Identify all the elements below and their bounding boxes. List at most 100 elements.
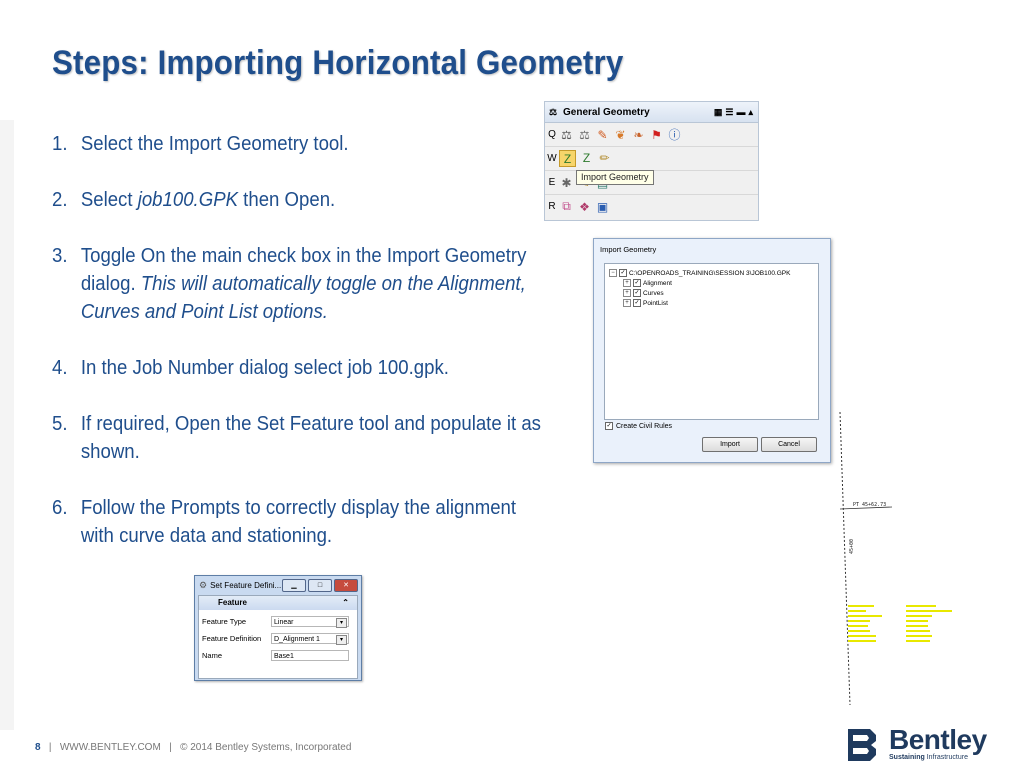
tree-item-curves[interactable]: + ✓ Curves [623,289,664,297]
step-4: 4. In the Job Number dialog select job 1… [52,354,554,382]
step-2: 2. Select job100.GPK then Open. [52,186,554,214]
tree-item-alignment[interactable]: + ✓ Alignment [623,279,672,287]
toolbar-header: ⚖ General Geometry ▦ ☰ ▬ ▴ [545,102,758,123]
footer-separator: | [163,742,178,753]
step-number: 2. [52,189,68,211]
general-geometry-toolbar: ⚖ General Geometry ▦ ☰ ▬ ▴ Q ⚖ ⚖ ✎ ❦ ❧ ⚑… [544,101,759,221]
import-button[interactable]: Import [702,437,758,452]
tagline-bold: Sustaining [889,754,925,761]
gear-icon[interactable]: ✱ [559,175,574,190]
page-number: 8 [35,742,41,753]
flag-icon[interactable]: ⚑ [649,127,664,142]
step-text: Follow the Prompts to correctly display … [80,497,517,547]
step-5: 5. If required, Open the Set Feature too… [52,410,554,466]
curves-checkbox[interactable]: ✓ [633,289,641,297]
footer-separator: | [43,742,58,753]
maximize-icon[interactable]: □ [308,579,332,592]
set-feature-definition-dialog: ⚙ Set Feature Defini... ▁ □ ✕ Feature ⌃ … [194,575,362,681]
minimize-icon[interactable]: ▁ [282,579,306,592]
step-number: 3. [52,245,68,267]
tree-item-label: Curves [643,289,664,297]
close-icon[interactable]: ✕ [334,579,358,592]
dialog-title: Import Geometry [600,245,657,254]
alignment-checkbox[interactable]: ✓ [633,279,641,287]
cube-icon[interactable]: ❖ [577,199,592,214]
footer: 8 | WWW.BENTLEY.COM | © 2014 Bentley Sys… [35,742,351,753]
step-number: 1. [52,133,68,155]
toolbar-row-q: Q ⚖ ⚖ ✎ ❦ ❧ ⚑ ⓘ [545,123,758,147]
line-tool-icon[interactable]: ✎ [595,127,610,142]
chevron-down-icon[interactable]: ▾ [336,618,347,628]
create-civil-rules-option[interactable]: ✓ Create Civil Rules [605,422,672,430]
feature-type-select[interactable]: Linear ▾ [271,616,349,628]
expand-icon[interactable]: + [623,289,631,297]
feature-type-value: Linear [274,619,294,626]
property-label: Name [202,651,223,660]
feature-icon: ⚙ [199,579,208,590]
step-text: Toggle On the main check box in the Impo… [81,242,554,326]
window-controls: ▁ □ ✕ [282,579,358,592]
step-text-italic: This will automatically toggle on the Al… [80,273,526,323]
expand-icon[interactable]: + [623,299,631,307]
bentley-b-icon [848,729,876,761]
feature-definition-value: D_Alignment 1 [274,636,320,643]
import-geometry-icon[interactable]: Z [559,150,576,167]
list-view-icon[interactable]: ☰ [725,107,733,118]
point-list-icon[interactable]: ⚖ [577,127,592,142]
cancel-button[interactable]: Cancel [761,437,817,452]
complex-tool-icon[interactable]: ❧ [631,127,646,142]
row-key: R [548,201,556,212]
grid-view-icon[interactable]: ▦ [714,107,723,118]
compact-view-icon[interactable]: ▬ [736,107,745,118]
create-civil-rules-checkbox[interactable]: ✓ [605,422,613,430]
arc-tool-icon[interactable]: ❦ [613,127,628,142]
root-checkbox[interactable]: ✓ [619,269,627,277]
row-key: E [548,177,556,188]
properties-panel: Feature ⌃ Feature Type Linear ▾ Feature … [198,595,358,679]
step-number: 6. [52,497,68,519]
logo-tagline: Sustaining Infrastructure [889,754,968,761]
property-label: Feature Definition [202,634,262,643]
tagline-rest: Infrastructure [926,754,968,761]
tree-item-label: Alignment [643,279,672,287]
info-icon[interactable]: ⓘ [667,127,682,142]
footer-website: WWW.BENTLEY.COM [59,742,161,753]
step-number: 5. [52,413,68,435]
section-title: Feature [218,598,247,607]
tree-root[interactable]: − ✓ C:\OPENROADS_TRAINING\SESSION 3\JOB1… [609,269,790,277]
pencil-icon[interactable]: ✏ [597,150,612,165]
pointlist-checkbox[interactable]: ✓ [633,299,641,307]
create-civil-rules-label: Create Civil Rules [616,422,673,430]
name-input[interactable]: Base1 [271,650,349,661]
feature-section-header[interactable]: Feature ⌃ [199,596,357,610]
footer-copyright: © 2014 Bentley Systems, Incorporated [180,742,352,753]
row-key: W [547,153,557,164]
tree-item-pointlist[interactable]: + ✓ PointList [623,299,668,307]
collapse-icon[interactable]: ⌃ [342,596,349,610]
toolbar-row-r: R ⧉ ❖ ▣ [545,195,758,218]
step-3: 3. Toggle On the main check box in the I… [52,242,554,326]
geometry-icon: ⚖ [549,106,558,117]
report-icon[interactable]: ⧉ [559,199,574,214]
step-text: If required, Open the Set Feature tool a… [80,413,541,463]
pt-station-label: PT 45+62.73 [853,502,886,508]
collapse-icon[interactable]: − [609,269,617,277]
root-path: C:\OPENROADS_TRAINING\SESSION 3\JOB100.G… [629,269,791,277]
chevron-down-icon[interactable]: ▾ [336,635,347,645]
point-tool-icon[interactable]: ⚖ [559,127,574,142]
collapse-icon[interactable]: ▴ [748,107,753,118]
step-text-italic: job100.GPK [137,189,239,211]
logo-wordmark: Bentley [889,724,987,755]
horizontal-geometry-icon[interactable]: Z [579,150,594,165]
step-text: Select job100.GPK then Open. [81,186,554,214]
expand-icon[interactable]: + [623,279,631,287]
step-6: 6. Follow the Prompts to correctly displ… [52,494,554,550]
feature-definition-select[interactable]: D_Alignment 1 ▾ [271,633,349,645]
step-text-pre: Select [80,189,138,211]
tree-item-label: PointList [643,299,668,307]
list-report-icon[interactable]: ▣ [595,199,610,214]
steps-list: 1. Select the Import Geometry tool. 2. S… [52,130,554,578]
import-geometry-dialog: Import Geometry − ✓ C:\OPENROADS_TRAININ… [593,238,831,463]
curve-data-block [848,605,952,642]
dialog-title: Set Feature Defini... [210,580,282,590]
